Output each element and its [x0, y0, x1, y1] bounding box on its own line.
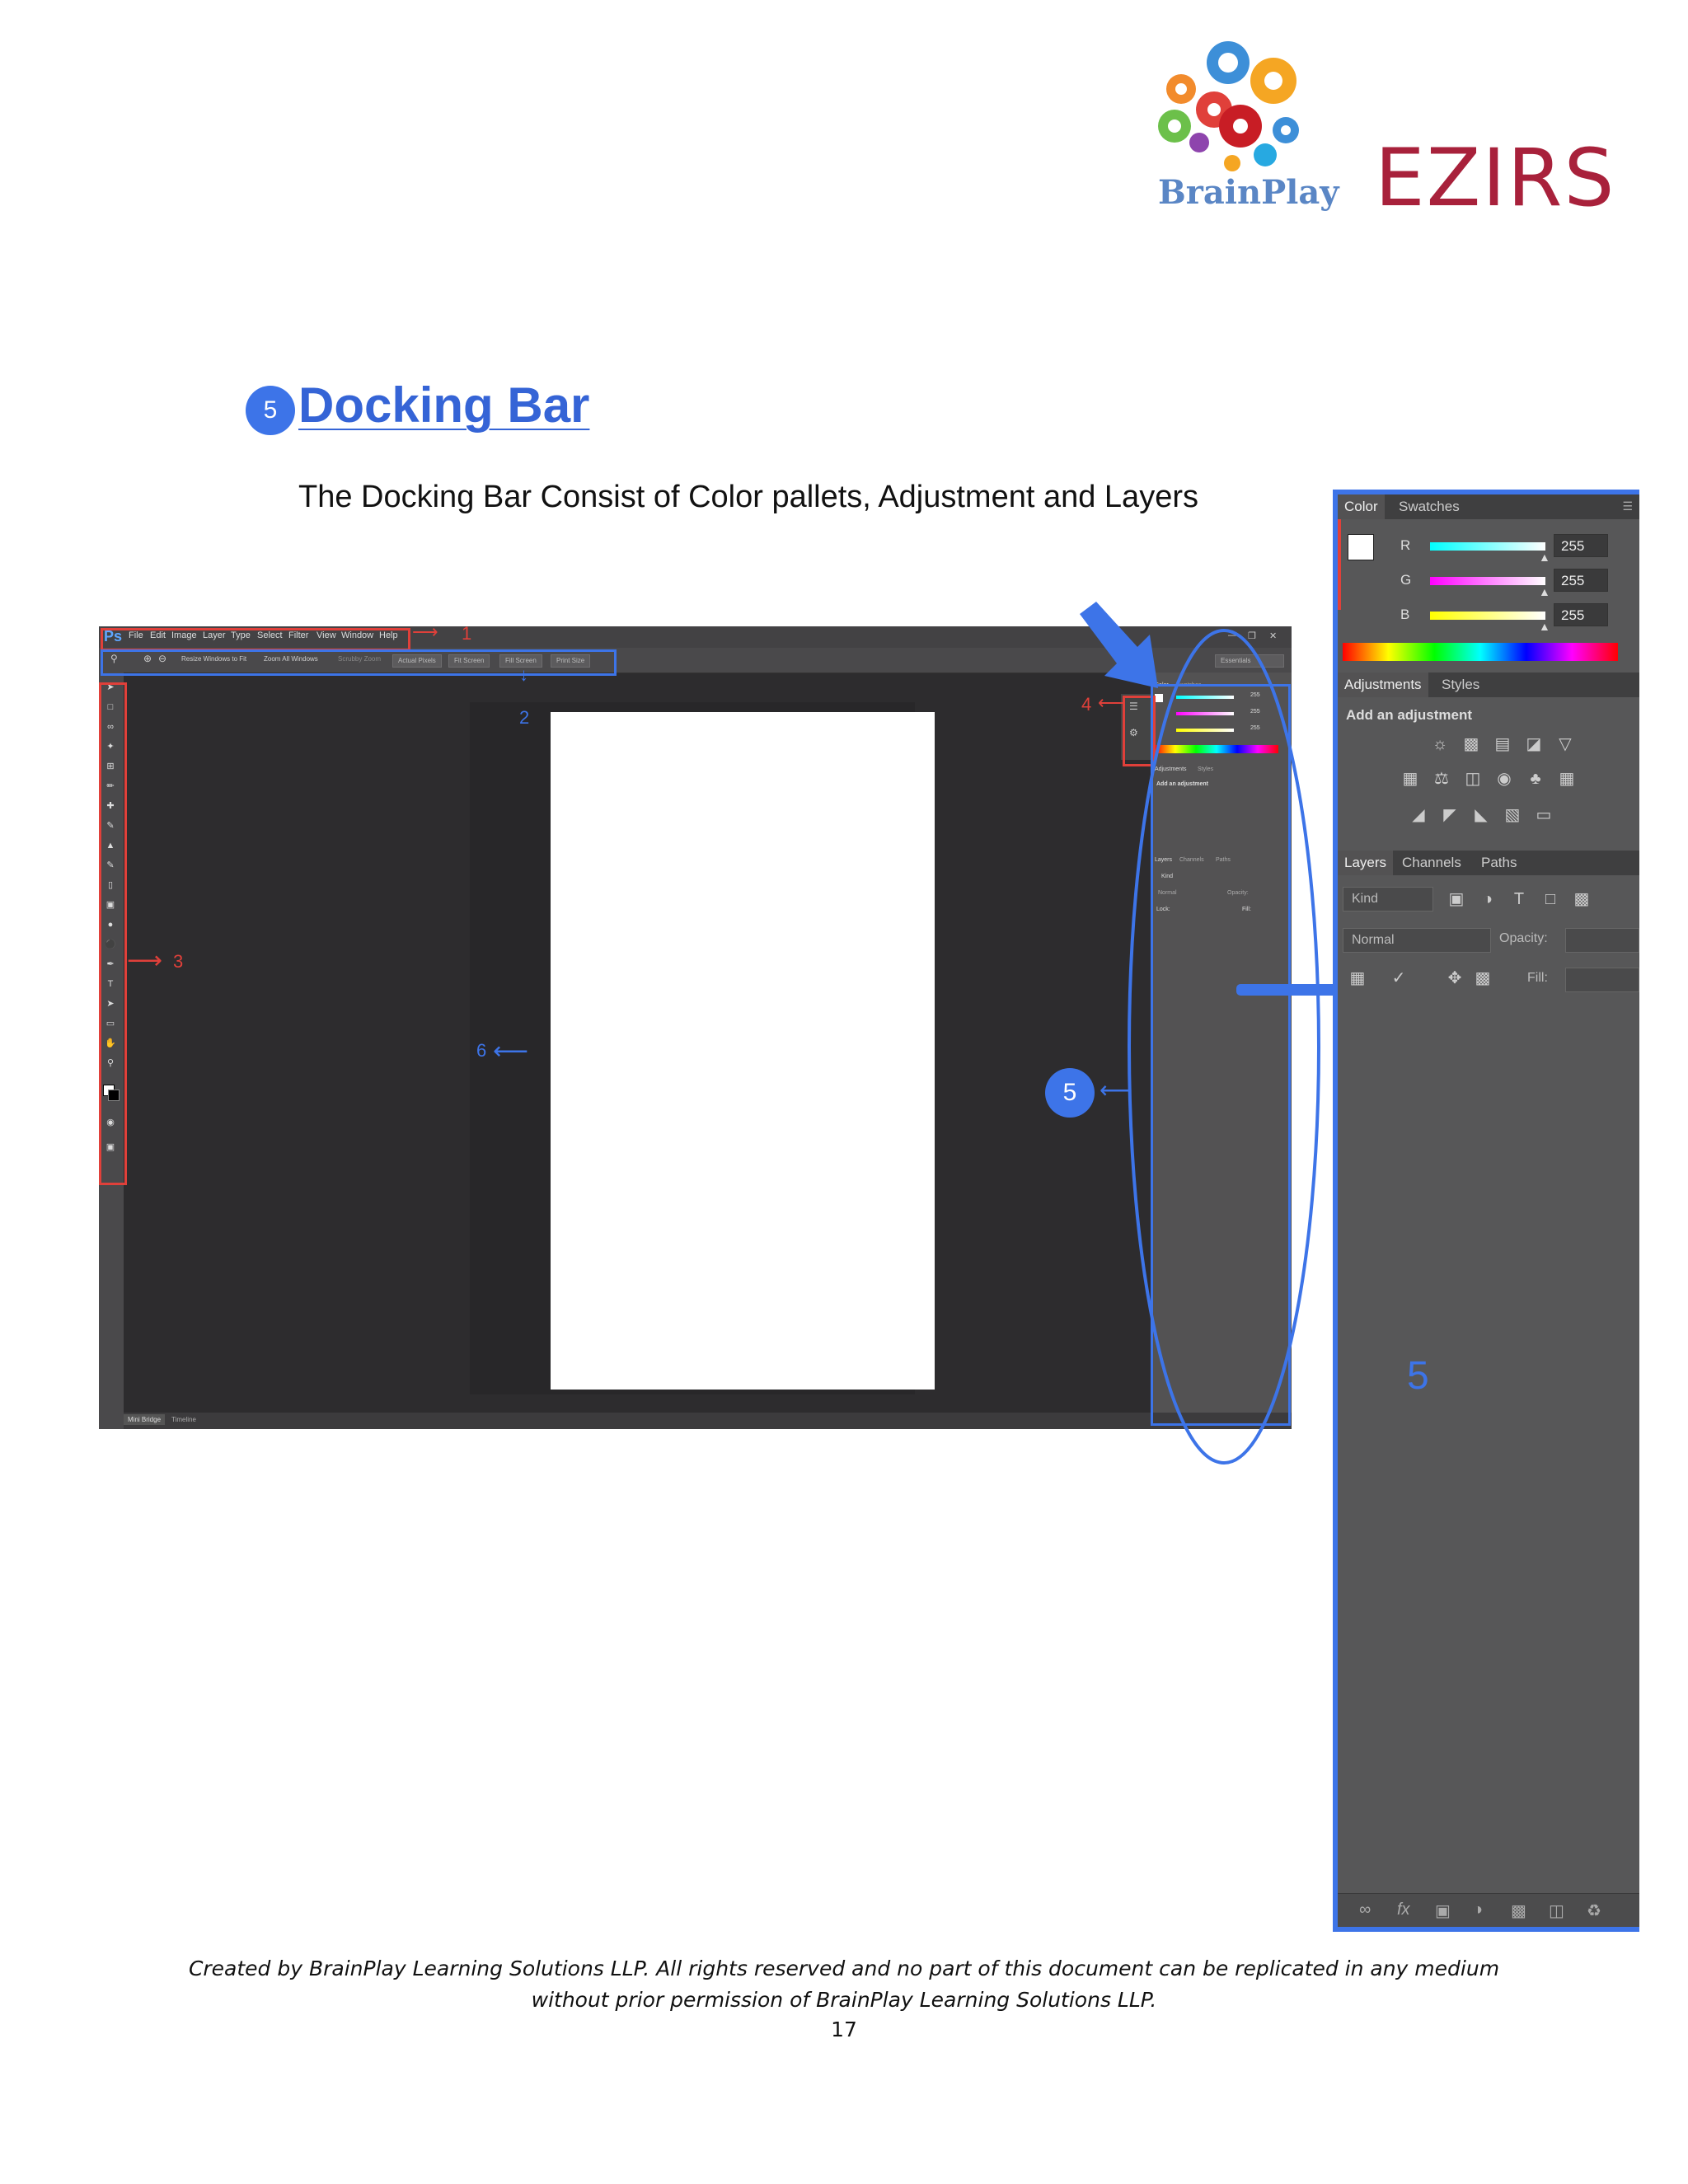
annotation-1: 1: [462, 623, 472, 644]
annotation-6: 6: [476, 1040, 487, 1061]
r-slider-thumb-icon[interactable]: ▲: [1539, 551, 1550, 564]
panel-menu-icon[interactable]: ☰: [1622, 499, 1633, 513]
color-spectrum-bar[interactable]: [1343, 643, 1618, 661]
foreground-color-icon[interactable]: [1348, 534, 1374, 560]
black-white-icon[interactable]: ◫: [1461, 770, 1484, 788]
g-slider-thumb-icon[interactable]: ▲: [1539, 585, 1550, 598]
adjustments-panel-tabbar: Adjustments Styles: [1338, 673, 1639, 697]
page-number: 17: [831, 2018, 857, 2041]
curves-icon[interactable]: ▤: [1491, 735, 1514, 753]
hue-saturation-icon[interactable]: ▦: [1399, 770, 1422, 788]
invert-icon[interactable]: ◢: [1407, 806, 1430, 824]
opacity-label: Opacity:: [1499, 931, 1548, 945]
opacity-field[interactable]: [1565, 928, 1639, 953]
photo-filter-icon[interactable]: ◉: [1493, 770, 1516, 788]
mini-bridge-tab[interactable]: Mini Bridge: [124, 1414, 166, 1425]
brainplay-logo-text: BrainPlay: [1158, 173, 1339, 212]
lock-image-icon[interactable]: ✓: [1387, 969, 1410, 987]
menu-bar-highlight: [101, 628, 410, 651]
options-bar-highlight: [101, 649, 617, 676]
color-tab[interactable]: Color: [1338, 494, 1385, 519]
exposure-icon[interactable]: ◪: [1522, 735, 1545, 753]
ps-bottom-bar: [124, 1413, 1292, 1429]
vibrance-icon[interactable]: ▽: [1554, 735, 1577, 753]
g-label: G: [1400, 572, 1412, 588]
channels-tab[interactable]: Channels: [1395, 851, 1468, 875]
section-number-badge: 5: [246, 386, 295, 435]
section-intro: The Docking Bar Consist of Color pallets…: [298, 480, 1198, 514]
filter-type-icon[interactable]: T: [1507, 890, 1531, 908]
b-value-field[interactable]: 255: [1554, 603, 1608, 626]
b-label: B: [1400, 607, 1410, 622]
tools-panel-highlight: [99, 682, 127, 1185]
b-slider-thumb-icon[interactable]: ▲: [1539, 620, 1550, 633]
canvas[interactable]: [551, 712, 935, 1390]
layers-tab[interactable]: Layers: [1338, 851, 1394, 875]
g-slider[interactable]: [1430, 577, 1545, 585]
r-label: R: [1400, 537, 1411, 553]
add-mask-icon[interactable]: ▣: [1435, 1900, 1451, 1921]
brightness-icon[interactable]: ☼: [1428, 735, 1451, 753]
paths-tab[interactable]: Paths: [1475, 851, 1523, 875]
annotation-3-arrow: ⟶: [127, 947, 163, 974]
annotation-2-arrow: ↓: [519, 664, 528, 685]
zoom-panel-label: 5: [1407, 1354, 1429, 1398]
annotation-4: 4: [1081, 694, 1092, 715]
filter-pixel-icon[interactable]: ▣: [1445, 890, 1468, 908]
posterize-icon[interactable]: ◤: [1438, 806, 1461, 824]
kind-filter-label: Kind: [1352, 892, 1379, 906]
threshold-icon[interactable]: ◣: [1470, 806, 1493, 824]
add-adjustment-label: Add an adjustment: [1346, 707, 1473, 723]
annotation-2: 2: [519, 707, 530, 728]
fx-icon[interactable]: fx: [1397, 1900, 1410, 1919]
layers-bottom-bar: ∞ fx ▣ ◑ ▩ ◫ ♻: [1338, 1893, 1639, 1927]
annotation-1-arrow: ⟶: [412, 621, 438, 642]
r-slider[interactable]: [1430, 542, 1545, 551]
layers-panel-tabbar: Layers Channels Paths: [1338, 851, 1639, 875]
blend-mode-select[interactable]: Normal: [1343, 928, 1491, 953]
section-title: Docking Bar: [298, 377, 590, 433]
new-group-icon[interactable]: ▩: [1511, 1900, 1526, 1921]
fill-label: Fill:: [1527, 971, 1548, 985]
timeline-tab[interactable]: Timeline: [171, 1416, 196, 1423]
annotation-5-badge: 5: [1045, 1068, 1095, 1118]
footer-line-2: without prior permission of BrainPlay Le…: [531, 1988, 1157, 2012]
new-layer-icon[interactable]: ◫: [1549, 1900, 1564, 1921]
swatches-tab[interactable]: Swatches: [1392, 494, 1466, 519]
ezirs-logo: EZIRS: [1375, 132, 1616, 224]
new-adjustment-icon[interactable]: ◑: [1473, 1900, 1483, 1919]
levels-icon[interactable]: ▩: [1460, 735, 1483, 753]
lock-transparent-icon[interactable]: ▦: [1346, 969, 1369, 987]
color-balance-icon[interactable]: ⚖: [1430, 770, 1453, 788]
color-lookup-icon[interactable]: ▦: [1555, 770, 1578, 788]
delete-layer-icon[interactable]: ♻: [1587, 1900, 1601, 1921]
photoshop-screenshot: Ps File Edit Image Layer Type Select Fil…: [99, 626, 1292, 1429]
blend-mode-label: Normal: [1352, 933, 1395, 947]
fill-field[interactable]: [1565, 968, 1639, 992]
filter-smart-icon[interactable]: ▩: [1570, 890, 1593, 908]
b-slider[interactable]: [1430, 612, 1545, 620]
g-value-field[interactable]: 255: [1554, 569, 1608, 592]
color-panel-tabbar: Color Swatches ☰: [1338, 494, 1639, 519]
r-value-field[interactable]: 255: [1554, 534, 1608, 557]
gradient-map-icon[interactable]: ▭: [1532, 806, 1555, 824]
footer-line-1: Created by BrainPlay Learning Solutions …: [188, 1957, 1500, 1980]
adjustments-tab[interactable]: Adjustments: [1338, 673, 1428, 697]
zoomed-docking-panel: Color Swatches ☰ R ▲ 255 G ▲ 255 B ▲ 255…: [1333, 490, 1639, 1932]
selective-color-icon[interactable]: ▧: [1501, 806, 1524, 824]
filter-shape-icon[interactable]: □: [1539, 890, 1562, 908]
annotation-3: 3: [173, 951, 184, 972]
copyright-footer: Created by BrainPlay Learning Solutions …: [0, 1953, 1688, 2016]
color-panel-red-marker: [1338, 519, 1341, 610]
lock-position-icon[interactable]: ✥: [1443, 969, 1466, 987]
lock-all-icon[interactable]: ▩: [1471, 969, 1494, 987]
channel-mixer-icon[interactable]: ♣: [1524, 770, 1547, 788]
link-layers-icon[interactable]: ∞: [1359, 1900, 1371, 1919]
styles-tab[interactable]: Styles: [1435, 673, 1486, 697]
annotation-6-arrow: ⟵: [493, 1038, 529, 1065]
filter-adjustment-icon[interactable]: ◑: [1476, 890, 1499, 908]
docking-bar-ellipse: [1128, 629, 1320, 1465]
kind-filter-select[interactable]: Kind: [1343, 887, 1433, 912]
